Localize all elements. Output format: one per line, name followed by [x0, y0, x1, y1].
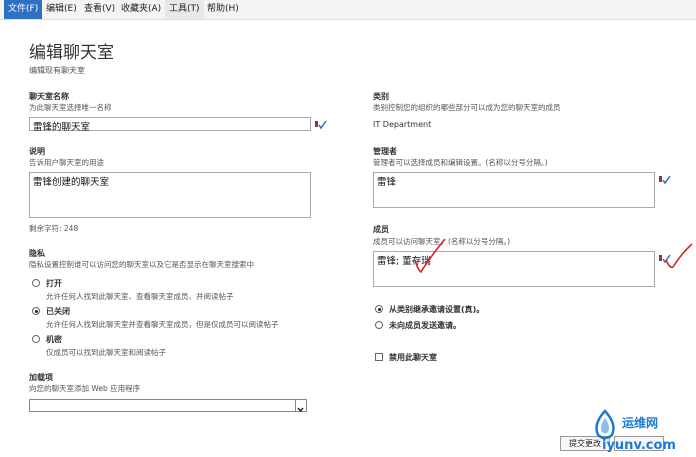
room-name-description: 为此聊天室选择唯一名称	[29, 103, 112, 112]
invite-none-radio[interactable]	[375, 321, 383, 329]
privacy-secret-label: 机密	[46, 335, 62, 344]
disable-room-checkbox[interactable]	[375, 353, 383, 361]
managers-input[interactable]: 雷锋	[373, 172, 655, 208]
privacy-description: 隐私设置控制谁可以访问您的聊天室以及它是否显示在聊天室搜索中	[29, 260, 254, 269]
privacy-closed-description: 允许任何人找到此聊天室并查看聊天室成员，但是仅成员可以阅读帖子	[46, 320, 279, 329]
description-label: 说明	[29, 147, 45, 156]
addins-description: 向您的聊天室添加 Web 应用程序	[29, 384, 141, 393]
check-managers-icon[interactable]	[658, 174, 671, 185]
check-names-icon[interactable]	[314, 119, 327, 130]
chevron-down-icon[interactable]	[295, 400, 306, 413]
menu-file[interactable]: 文件(F)	[4, 0, 43, 19]
room-name-input[interactable]: 雷锋的聊天室	[29, 117, 311, 133]
red-checkmark-annotation	[414, 238, 446, 274]
room-name-label: 聊天室名称	[29, 92, 69, 101]
menu-tools[interactable]: 工具(T)	[165, 0, 204, 19]
description-hint: 告诉用户聊天室的用途	[29, 158, 104, 167]
privacy-open-radio[interactable]	[32, 279, 40, 287]
menu-help[interactable]: 帮助(H)	[207, 0, 239, 19]
watermark-text: 运维网	[622, 416, 659, 430]
privacy-secret-description: 仅成员可以找到此聊天室和阅读帖子	[46, 348, 166, 357]
watermark-logo-icon	[595, 409, 615, 440]
red-tick-annotation	[665, 243, 693, 269]
members-label: 成员	[373, 225, 389, 234]
addins-select[interactable]	[29, 399, 307, 413]
invite-inherit-label: 从类别继承邀请设置(真)。	[389, 305, 485, 314]
page-title: 编辑聊天室	[29, 43, 114, 63]
category-description: 类别控制您的组织的哪些部分可以成为您的聊天室的成员	[373, 103, 561, 112]
remaining-characters: 剩余字符: 248	[29, 224, 79, 233]
menu-edit[interactable]: 编辑(E)	[46, 0, 77, 19]
page-subtitle: 编辑现有聊天室	[29, 66, 85, 75]
privacy-closed-label: 已关闭	[46, 307, 70, 316]
menu-favorites[interactable]: 收藏夹(A)	[121, 0, 161, 19]
invite-none-label: 未向成员发送邀请。	[389, 321, 461, 330]
category-value: IT Department	[373, 120, 432, 129]
description-textarea[interactable]: 雷锋创建的聊天室	[29, 172, 311, 218]
disable-room-label: 禁用此聊天室	[389, 353, 437, 362]
category-label: 类别	[373, 92, 389, 101]
privacy-secret-radio[interactable]	[32, 335, 40, 343]
privacy-label: 隐私	[29, 249, 45, 258]
invite-inherit-radio[interactable]	[375, 305, 383, 313]
addins-label: 加载项	[29, 373, 53, 382]
privacy-closed-radio[interactable]	[32, 307, 40, 315]
managers-description: 管理者可以选择成员和编辑设置。(名称以分号分隔。)	[373, 158, 548, 167]
managers-label: 管理者	[373, 147, 397, 156]
privacy-open-description: 允许任何人找到此聊天室、查看聊天室成员、并阅读帖子	[46, 292, 234, 301]
privacy-open-label: 打开	[46, 279, 62, 288]
menu-view[interactable]: 查看(V)	[84, 0, 115, 19]
watermark-url: iyunv.com	[602, 438, 676, 453]
